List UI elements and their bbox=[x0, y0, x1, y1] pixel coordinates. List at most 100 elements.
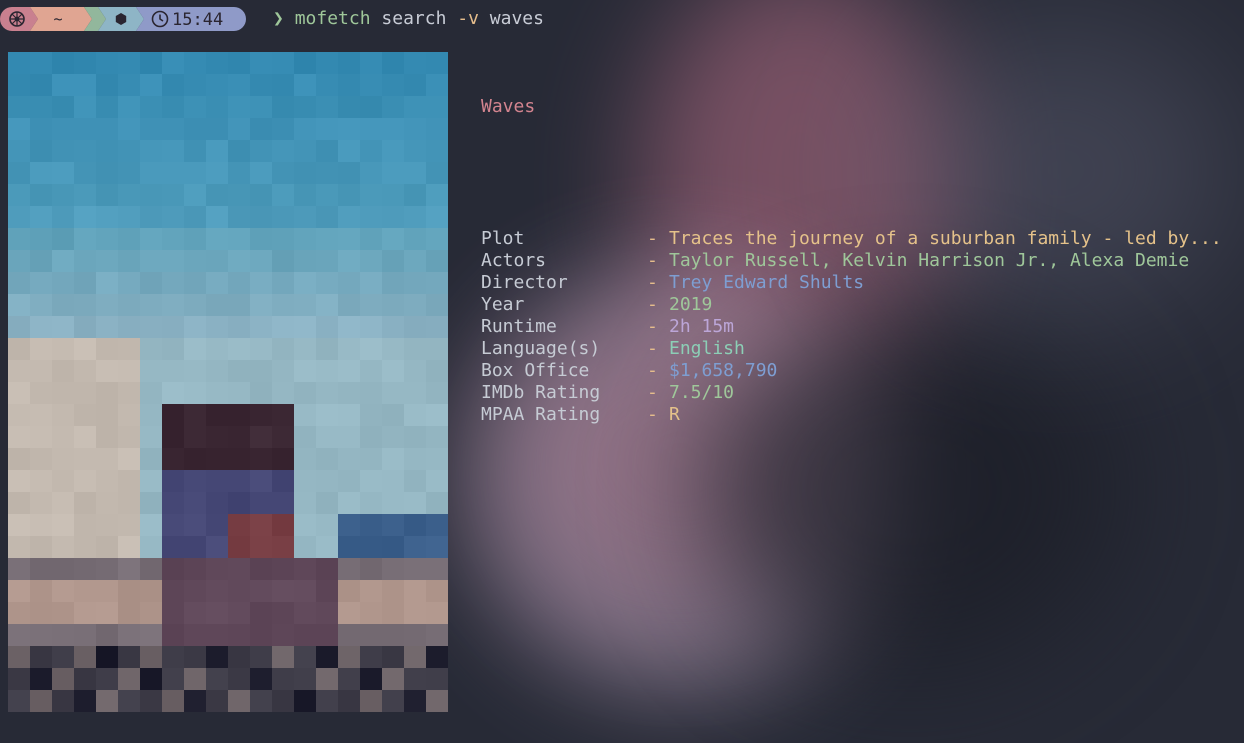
poster-pixel bbox=[162, 294, 184, 316]
poster-pixel bbox=[118, 184, 140, 206]
poster-pixel bbox=[184, 448, 206, 470]
poster-pixel bbox=[118, 228, 140, 250]
poster-pixel bbox=[272, 74, 294, 96]
poster-pixel bbox=[30, 250, 52, 272]
field-value: English bbox=[669, 338, 745, 359]
field-label: Plot bbox=[481, 228, 525, 249]
movie-field-row: Director - Trey Edward Shults bbox=[481, 272, 1222, 294]
poster-pixel bbox=[118, 316, 140, 338]
poster-pixel bbox=[228, 426, 250, 448]
poster-pixel bbox=[52, 294, 74, 316]
poster-pixel bbox=[52, 118, 74, 140]
poster-pixel bbox=[206, 294, 228, 316]
poster-pixel bbox=[52, 96, 74, 118]
poster-pixel bbox=[404, 602, 426, 624]
poster-pixel bbox=[316, 250, 338, 272]
poster-pixel bbox=[184, 316, 206, 338]
poster-pixel bbox=[52, 426, 74, 448]
poster-pixel bbox=[74, 602, 96, 624]
movie-title: Waves bbox=[481, 96, 536, 117]
poster-pixel bbox=[250, 558, 272, 580]
poster-pixel bbox=[338, 558, 360, 580]
poster-pixel bbox=[118, 52, 140, 74]
poster-pixel bbox=[338, 118, 360, 140]
poster-pixel bbox=[404, 52, 426, 74]
poster-pixel bbox=[382, 360, 404, 382]
field-value: R bbox=[669, 404, 680, 425]
poster-pixel bbox=[206, 492, 228, 514]
field-separator: - bbox=[647, 338, 658, 359]
poster-pixel bbox=[426, 316, 448, 338]
poster-pixel bbox=[184, 74, 206, 96]
poster-pixel bbox=[360, 404, 382, 426]
field-separator: - bbox=[647, 250, 658, 271]
poster-pixel bbox=[30, 360, 52, 382]
poster-pixel bbox=[316, 426, 338, 448]
poster-pixel bbox=[118, 646, 140, 668]
poster-pixel bbox=[360, 382, 382, 404]
poster-pixel bbox=[74, 426, 96, 448]
poster-pixel bbox=[404, 404, 426, 426]
poster-pixel bbox=[162, 382, 184, 404]
poster-pixel bbox=[228, 316, 250, 338]
poster-pixel bbox=[404, 382, 426, 404]
poster-pixel bbox=[250, 140, 272, 162]
poster-pixel bbox=[140, 470, 162, 492]
terminal-window[interactable]: ~ 15:44 ❯ mofetch search -v waves Waves … bbox=[0, 0, 1244, 743]
poster-pixel bbox=[30, 140, 52, 162]
poster-pixel bbox=[228, 404, 250, 426]
poster-pixel bbox=[272, 668, 294, 690]
poster-pixel bbox=[404, 228, 426, 250]
poster-pixel bbox=[250, 580, 272, 602]
poster-pixel bbox=[118, 140, 140, 162]
poster-pixel bbox=[360, 602, 382, 624]
poster-pixel bbox=[360, 668, 382, 690]
poster-pixel bbox=[206, 514, 228, 536]
poster-pixel bbox=[426, 690, 448, 712]
poster-pixel bbox=[184, 492, 206, 514]
prompt-segment-time: 15:44 bbox=[136, 7, 246, 31]
poster-pixel bbox=[206, 338, 228, 360]
poster-pixel bbox=[338, 690, 360, 712]
poster-pixel bbox=[360, 558, 382, 580]
poster-pixel bbox=[404, 118, 426, 140]
poster-pixel bbox=[140, 294, 162, 316]
poster-pixel bbox=[162, 162, 184, 184]
poster-pixel bbox=[426, 52, 448, 74]
movie-field-row: Plot - Traces the journey of a suburban fa… bbox=[481, 228, 1222, 250]
poster-pixel bbox=[316, 52, 338, 74]
poster-pixel bbox=[162, 206, 184, 228]
poster-pixel bbox=[404, 690, 426, 712]
poster-pixel bbox=[30, 690, 52, 712]
poster-pixel bbox=[360, 52, 382, 74]
field-value: 2h 15m bbox=[669, 316, 735, 337]
poster-pixel bbox=[294, 426, 316, 448]
poster-pixel bbox=[30, 668, 52, 690]
poster-pixel bbox=[206, 316, 228, 338]
poster-pixel bbox=[228, 558, 250, 580]
field-separator: - bbox=[647, 382, 658, 403]
field-label: Language(s) bbox=[481, 338, 601, 359]
poster-pixel bbox=[228, 272, 250, 294]
poster-pixel bbox=[162, 690, 184, 712]
poster-pixel bbox=[316, 558, 338, 580]
poster-pixel bbox=[184, 140, 206, 162]
poster-pixel bbox=[426, 646, 448, 668]
poster-pixel bbox=[382, 602, 404, 624]
command-line[interactable]: ❯ mofetch search -v waves bbox=[273, 8, 544, 30]
poster-pixel bbox=[338, 514, 360, 536]
poster-pixel bbox=[30, 448, 52, 470]
poster-pixel bbox=[250, 536, 272, 558]
poster-pixel bbox=[96, 140, 118, 162]
poster-pixel bbox=[228, 536, 250, 558]
poster-pixel bbox=[184, 580, 206, 602]
poster-pixel bbox=[316, 96, 338, 118]
poster-pixel bbox=[30, 272, 52, 294]
poster-pixel bbox=[74, 514, 96, 536]
poster-pixel bbox=[162, 602, 184, 624]
poster-pixel bbox=[206, 404, 228, 426]
poster-pixel bbox=[228, 338, 250, 360]
poster-pixel bbox=[316, 536, 338, 558]
field-label: Box Office bbox=[481, 360, 590, 381]
poster-pixel bbox=[404, 646, 426, 668]
